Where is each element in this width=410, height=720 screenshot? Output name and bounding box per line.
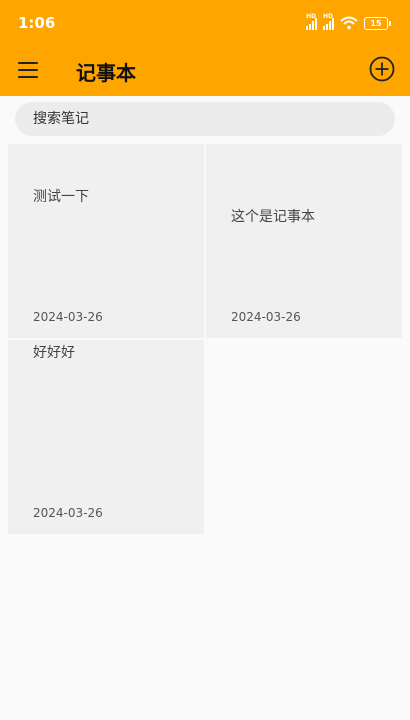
note-card[interactable]: 好好好 2024-03-26 — [8, 340, 204, 534]
notes-grid: 测试一下 2024-03-26 这个是记事本 2024-03-26 好好好 20… — [0, 0, 410, 720]
note-title: 好好好 — [33, 345, 75, 361]
note-date: 2024-03-26 — [33, 506, 103, 520]
note-title: 这个是记事本 — [231, 209, 315, 225]
note-date: 2024-03-26 — [33, 310, 103, 324]
note-card[interactable]: 测试一下 2024-03-26 — [8, 144, 204, 338]
note-title: 测试一下 — [33, 189, 89, 205]
note-card[interactable]: 这个是记事本 2024-03-26 — [206, 144, 402, 338]
note-date: 2024-03-26 — [231, 310, 301, 324]
